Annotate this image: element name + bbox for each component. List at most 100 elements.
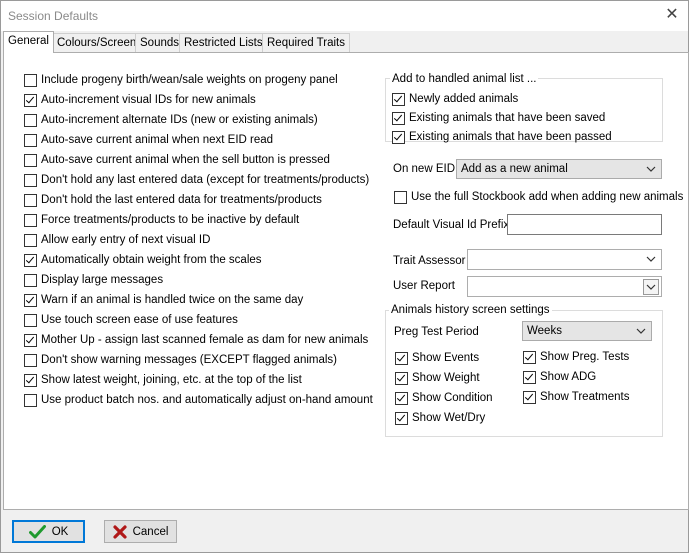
checkbox-box[interactable]	[24, 373, 37, 387]
option-checkbox-row[interactable]: Auto-save current animal when next EID r…	[24, 131, 273, 149]
checkbox-label: Don't show warning messages (EXCEPT flag…	[41, 354, 338, 366]
history-checkbox[interactable]: Show ADG	[523, 368, 596, 386]
checkbox-box[interactable]	[24, 173, 37, 187]
option-checkbox-row[interactable]: Include progeny birth/wean/sale weights …	[24, 71, 338, 89]
checkbox-box[interactable]	[24, 293, 37, 307]
history-checkbox[interactable]: Show Treatments	[523, 388, 629, 406]
tab-colours-screen[interactable]: Colours/Screen	[52, 33, 142, 52]
checkbox-box[interactable]	[24, 193, 37, 207]
trait-assessor-select[interactable]	[467, 249, 662, 270]
cancel-button[interactable]: Cancel	[104, 520, 177, 543]
checkbox-label: Show Events	[412, 352, 480, 364]
checkbox-box[interactable]	[24, 153, 37, 167]
default-prefix-label: Default Visual Id Prefix	[393, 219, 510, 231]
checkbox-label: Show Weight	[412, 372, 480, 384]
checkbox-label: Auto-increment visual IDs for new animal…	[41, 94, 256, 106]
tab-sounds[interactable]: Sounds	[135, 33, 185, 52]
checkbox-label: Auto-save current animal when next EID r…	[41, 134, 274, 146]
chevron-down-icon	[636, 328, 646, 334]
checkbox-label: Show Wet/Dry	[412, 412, 486, 424]
checkbox-label: Don't hold any last entered data (except…	[41, 174, 370, 186]
chevron-down-icon	[643, 279, 659, 295]
option-checkbox-row[interactable]: Mother Up - assign last scanned female a…	[24, 331, 368, 349]
history-checkbox[interactable]: Show Condition	[395, 389, 493, 407]
checkbox-box[interactable]	[24, 233, 37, 247]
checkbox-label: Existing animals that have been saved	[409, 112, 606, 124]
history-checkbox[interactable]: Show Preg. Tests	[523, 348, 629, 366]
default-prefix-input[interactable]	[507, 214, 662, 235]
checkbox-label: Warn if an animal is handled twice on th…	[41, 294, 304, 306]
handled-list-title: Add to handled animal list ...	[390, 73, 539, 85]
option-checkbox-row[interactable]: Allow early entry of next visual ID	[24, 231, 210, 249]
checkbox-box[interactable]	[24, 93, 37, 107]
option-checkbox-row[interactable]: Don't show warning messages (EXCEPT flag…	[24, 351, 337, 369]
chevron-down-icon	[646, 166, 656, 172]
option-checkbox-row[interactable]: Display large messages	[24, 271, 163, 289]
option-checkbox-row[interactable]: Warn if an animal is handled twice on th…	[24, 291, 303, 309]
option-checkbox-row[interactable]: Use touch screen ease of use features	[24, 311, 238, 329]
on-new-eid-select[interactable]: Add as a new animal	[456, 159, 662, 179]
checkbox-box[interactable]	[24, 113, 37, 127]
option-checkbox-row[interactable]: Auto-save current animal when the sell b…	[24, 151, 330, 169]
checkbox-label: Use product batch nos. and automatically…	[41, 394, 373, 406]
full-stockbook-checkbox[interactable]: Use the full Stockbook add when adding n…	[394, 188, 683, 206]
checkbox-box[interactable]	[24, 273, 37, 287]
option-checkbox-row[interactable]: Force treatments/products to be inactive…	[24, 211, 299, 229]
checkbox-box[interactable]	[523, 370, 536, 384]
checkbox-box[interactable]	[395, 351, 408, 365]
checkbox-box[interactable]	[392, 111, 405, 125]
checkbox-box[interactable]	[24, 253, 37, 267]
tab-required-traits[interactable]: Required Traits	[262, 33, 350, 52]
option-checkbox-row[interactable]: Auto-increment alternate IDs (new or exi…	[24, 111, 318, 129]
tab-general[interactable]: General	[3, 31, 54, 53]
checkbox-box[interactable]	[24, 133, 37, 147]
checkbox-label: Auto-save current animal when the sell b…	[41, 154, 330, 166]
option-checkbox-row[interactable]: Don't hold the last entered data for tre…	[24, 191, 322, 209]
checkbox-box[interactable]	[395, 411, 408, 425]
handled-list-checkbox[interactable]: Newly added animals	[392, 90, 518, 108]
checkbox-box[interactable]	[395, 391, 408, 405]
checkbox-box[interactable]	[392, 130, 405, 144]
history-settings-title: Animals history screen settings	[389, 304, 552, 316]
close-icon[interactable]: ✕	[664, 6, 680, 24]
checkbox-box[interactable]	[395, 371, 408, 385]
checkbox-box[interactable]	[24, 333, 37, 347]
on-new-eid-label: On new EID	[393, 163, 455, 175]
option-checkbox-row[interactable]: Use product batch nos. and automatically…	[24, 391, 373, 409]
checkmark-icon	[28, 524, 46, 539]
option-checkbox-row[interactable]: Auto-increment visual IDs for new animal…	[24, 91, 256, 109]
checkbox-box[interactable]	[394, 190, 407, 204]
checkbox-box[interactable]	[523, 350, 536, 364]
history-checkbox[interactable]: Show Weight	[395, 369, 480, 387]
tab-restricted-lists[interactable]: Restricted Lists	[179, 33, 268, 52]
checkbox-label: Show latest weight, joining, etc. at the…	[41, 374, 302, 386]
ok-button[interactable]: OK	[12, 520, 85, 543]
checkbox-label: Automatically obtain weight from the sca…	[41, 254, 262, 266]
checkbox-label: Show Condition	[412, 392, 493, 404]
history-checkbox[interactable]: Show Wet/Dry	[395, 409, 485, 427]
checkbox-label: Mother Up - assign last scanned female a…	[41, 334, 369, 346]
title-bar: Session Defaults ✕	[1, 1, 688, 31]
cross-icon	[112, 524, 127, 539]
handled-list-checkbox[interactable]: Existing animals that have been saved	[392, 109, 605, 127]
option-checkbox-row[interactable]: Automatically obtain weight from the sca…	[24, 251, 262, 269]
checkbox-box[interactable]	[392, 92, 405, 106]
checkbox-box[interactable]	[24, 213, 37, 227]
checkbox-label: Existing animals that have been passed	[409, 131, 612, 143]
checkbox-box[interactable]	[24, 353, 37, 367]
history-checkbox[interactable]: Show Events	[395, 349, 479, 367]
option-checkbox-row[interactable]: Show latest weight, joining, etc. at the…	[24, 371, 302, 389]
option-checkbox-row[interactable]: Don't hold any last entered data (except…	[24, 171, 369, 189]
preg-test-period-select[interactable]: Weeks	[522, 321, 652, 341]
handled-list-checkbox[interactable]: Existing animals that have been passed	[392, 128, 612, 146]
checkbox-box[interactable]	[523, 390, 536, 404]
checkbox-label: Show Treatments	[540, 391, 630, 403]
checkbox-label: Show ADG	[540, 371, 597, 383]
checkbox-box[interactable]	[24, 393, 37, 407]
checkbox-box[interactable]	[24, 313, 37, 327]
user-report-select[interactable]	[467, 276, 662, 297]
checkbox-box[interactable]	[24, 73, 37, 87]
checkbox-label: Display large messages	[41, 274, 164, 286]
trait-assessor-label: Trait Assessor	[393, 255, 466, 267]
checkbox-label: Allow early entry of next visual ID	[41, 234, 211, 246]
